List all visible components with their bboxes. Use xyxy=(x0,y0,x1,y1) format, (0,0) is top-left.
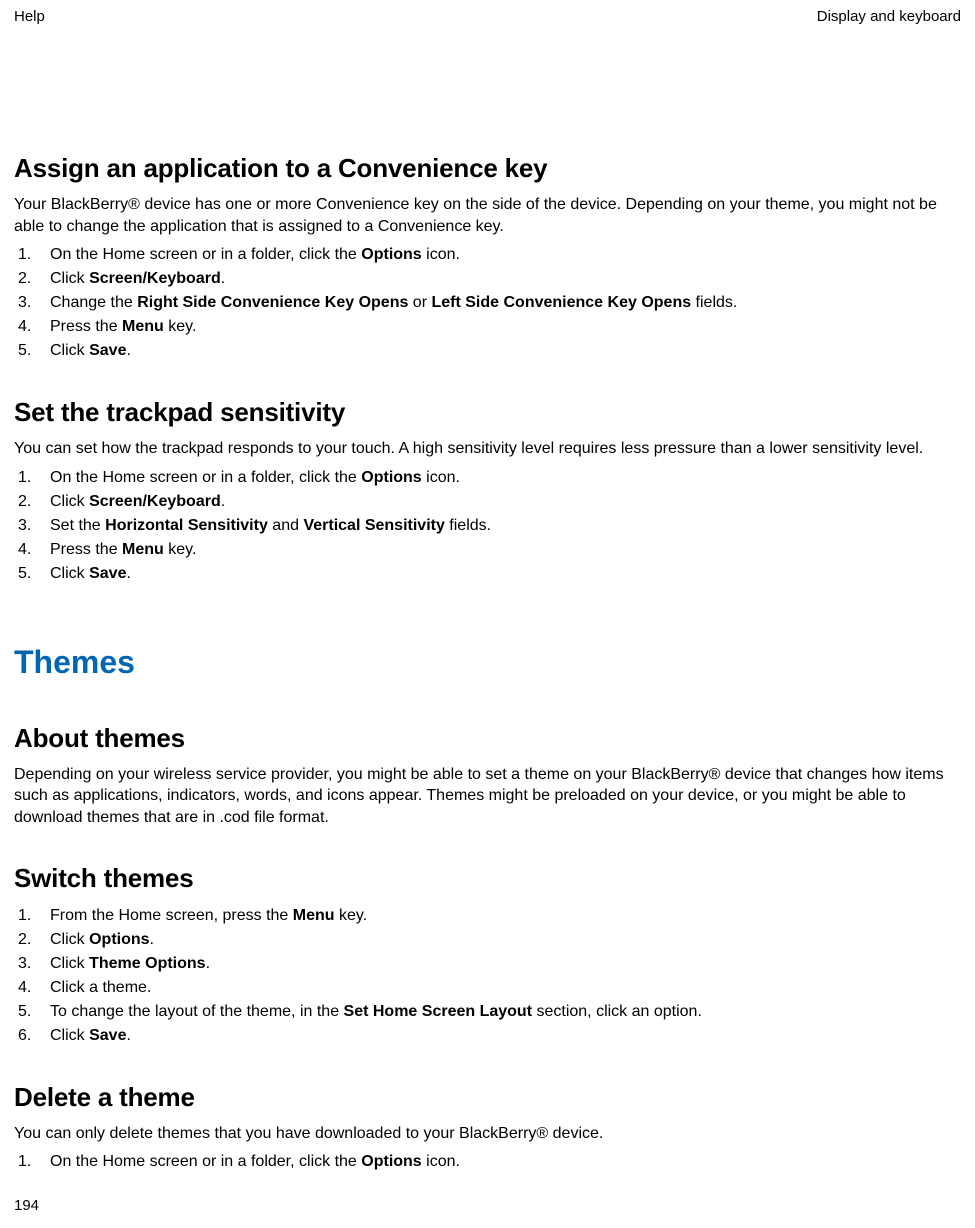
list-item: On the Home screen or in a folder, click… xyxy=(18,1150,961,1174)
list-item: Set the Horizontal Sensitivity and Verti… xyxy=(18,514,961,538)
steps-switch-themes: From the Home screen, press the Menu key… xyxy=(18,904,961,1048)
section-delete-theme: Delete a theme You can only delete theme… xyxy=(14,1082,961,1175)
section-trackpad-sensitivity: Set the trackpad sensitivity You can set… xyxy=(14,397,961,586)
list-item: Click Screen/Keyboard. xyxy=(18,267,961,291)
steps-trackpad: On the Home screen or in a folder, click… xyxy=(18,466,961,586)
section-assign-convenience-key: Assign an application to a Convenience k… xyxy=(14,153,961,363)
intro-trackpad: You can set how the trackpad responds to… xyxy=(14,438,961,460)
page-header: Help Display and keyboard xyxy=(14,8,961,25)
intro-delete-theme: You can only delete themes that you have… xyxy=(14,1123,961,1145)
heading-about-themes: About themes xyxy=(14,723,961,754)
intro-assign: Your BlackBerry® device has one or more … xyxy=(14,194,961,237)
heading-switch-themes: Switch themes xyxy=(14,863,961,894)
list-item: On the Home screen or in a folder, click… xyxy=(18,243,961,267)
list-item: Press the Menu key. xyxy=(18,538,961,562)
list-item: Click Save. xyxy=(18,339,961,363)
steps-assign: On the Home screen or in a folder, click… xyxy=(18,243,961,363)
page-number: 194 xyxy=(14,1197,39,1214)
intro-about-themes: Depending on your wireless service provi… xyxy=(14,764,961,829)
header-left: Help xyxy=(14,8,45,25)
list-item: Press the Menu key. xyxy=(18,315,961,339)
list-item: Click Save. xyxy=(18,562,961,586)
list-item: On the Home screen or in a folder, click… xyxy=(18,466,961,490)
list-item: Click Screen/Keyboard. xyxy=(18,490,961,514)
section-about-themes: About themes Depending on your wireless … xyxy=(14,723,961,829)
list-item: Click Save. xyxy=(18,1024,961,1048)
list-item: Click Options. xyxy=(18,928,961,952)
heading-themes-major: Themes xyxy=(14,644,961,681)
header-right: Display and keyboard xyxy=(817,8,961,25)
list-item: From the Home screen, press the Menu key… xyxy=(18,904,961,928)
list-item: Click a theme. xyxy=(18,976,961,1000)
list-item: To change the layout of the theme, in th… xyxy=(18,1000,961,1024)
heading-assign: Assign an application to a Convenience k… xyxy=(14,153,961,184)
list-item: Change the Right Side Convenience Key Op… xyxy=(18,291,961,315)
heading-trackpad: Set the trackpad sensitivity xyxy=(14,397,961,428)
steps-delete-theme: On the Home screen or in a folder, click… xyxy=(18,1150,961,1174)
list-item: Click Theme Options. xyxy=(18,952,961,976)
heading-delete-theme: Delete a theme xyxy=(14,1082,961,1113)
section-switch-themes: Switch themes From the Home screen, pres… xyxy=(14,863,961,1048)
